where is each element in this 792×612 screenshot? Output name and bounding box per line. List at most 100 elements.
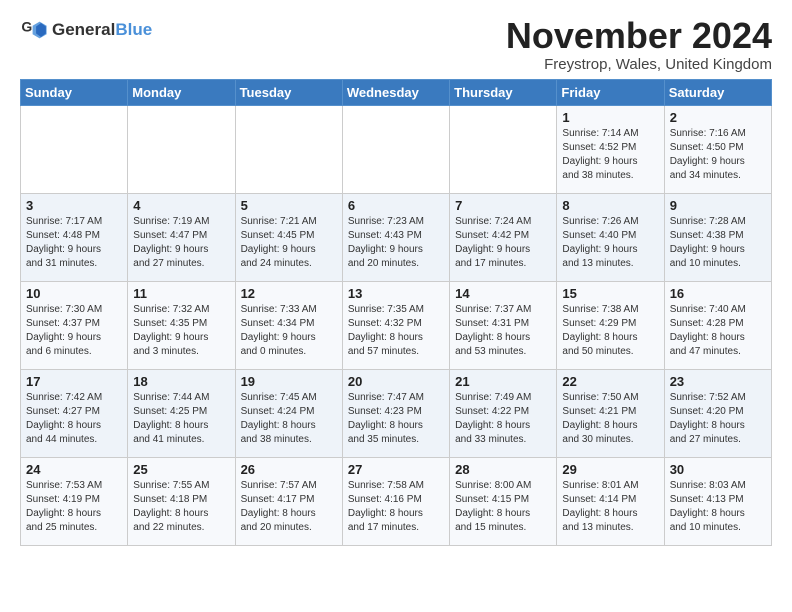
calendar-week-2: 3 Sunrise: 7:17 AM Sunset: 4:48 PM Daylig… [21,193,772,281]
day-number: 13 [348,286,444,301]
calendar-cell: 13Sunrise: 7:35 AM Sunset: 4:32 PM Dayli… [342,281,449,369]
day-info: Sunrise: 7:55 AM Sunset: 4:18 PM Dayligh… [133,479,229,535]
day-number: 7 [455,198,551,213]
calendar-cell: 26Sunrise: 7:57 AM Sunset: 4:17 PM Dayli… [235,457,342,545]
calendar-cell: 4 Sunrise: 7:19 AM Sunset: 4:47 PM Daylig… [128,193,235,281]
calendar-cell: 14 Sunrise: 7:37 AM Sunset: 4:31 PM Dayli… [450,281,557,369]
day-number: 14 [455,286,551,301]
day-number: 27 [348,462,444,477]
day-info: Sunrise: 7:49 AM Sunset: 4:22 PM Dayligh… [455,391,551,447]
day-info: Sunrise: 7:53 AM Sunset: 4:19 PM Dayligh… [26,479,122,535]
day-info: Sunrise: 7:50 AM Sunset: 4:21 PM Dayligh… [562,391,658,447]
day-info: Sunrise: 7:40 AM Sunset: 4:28 PM Dayligh… [670,303,766,359]
day-number: 20 [348,374,444,389]
calendar-cell: 12 Sunrise: 7:33 AM Sunset: 4:34 PM Dayli… [235,281,342,369]
day-info: Sunrise: 7:23 AM Sunset: 4:43 PM Dayligh… [348,215,444,271]
calendar-cell: 22 Sunrise: 7:50 AM Sunset: 4:21 PM Dayli… [557,369,664,457]
day-number: 28 [455,462,551,477]
calendar-cell [21,105,128,193]
calendar-cell: 18 Sunrise: 7:44 AM Sunset: 4:25 PM Dayli… [128,369,235,457]
calendar-cell: 2Sunrise: 7:16 AM Sunset: 4:50 PM Daylig… [664,105,771,193]
calendar-cell: 9 Sunrise: 7:28 AM Sunset: 4:38 PM Daylig… [664,193,771,281]
weekday-header-wednesday: Wednesday [342,79,449,105]
day-info: Sunrise: 7:42 AM Sunset: 4:27 PM Dayligh… [26,391,122,447]
calendar-cell [450,105,557,193]
calendar-cell [128,105,235,193]
calendar-cell: 25Sunrise: 7:55 AM Sunset: 4:18 PM Dayli… [128,457,235,545]
day-number: 16 [670,286,766,301]
day-info: Sunrise: 7:45 AM Sunset: 4:24 PM Dayligh… [241,391,337,447]
logo-line1: General [52,20,115,39]
calendar-week-1: 1Sunrise: 7:14 AM Sunset: 4:52 PM Daylig… [21,105,772,193]
weekday-header-monday: Monday [128,79,235,105]
calendar-cell: 8Sunrise: 7:26 AM Sunset: 4:40 PM Daylig… [557,193,664,281]
day-number: 22 [562,374,658,389]
weekday-row: SundayMondayTuesdayWednesdayThursdayFrid… [21,79,772,105]
logo-line2: Blue [115,20,152,39]
calendar-cell: 16 Sunrise: 7:40 AM Sunset: 4:28 PM Dayli… [664,281,771,369]
calendar-cell: 27Sunrise: 7:58 AM Sunset: 4:16 PM Dayli… [342,457,449,545]
calendar: SundayMondayTuesdayWednesdayThursdayFrid… [20,79,772,546]
day-number: 30 [670,462,766,477]
day-info: Sunrise: 7:14 AM Sunset: 4:52 PM Dayligh… [562,127,658,183]
calendar-cell: 21Sunrise: 7:49 AM Sunset: 4:22 PM Dayli… [450,369,557,457]
weekday-header-friday: Friday [557,79,664,105]
day-number: 23 [670,374,766,389]
calendar-cell: 20 Sunrise: 7:47 AM Sunset: 4:23 PM Dayli… [342,369,449,457]
calendar-cell: 6Sunrise: 7:23 AM Sunset: 4:43 PM Daylig… [342,193,449,281]
day-number: 29 [562,462,658,477]
day-number: 8 [562,198,658,213]
calendar-cell: 30 Sunrise: 8:03 AM Sunset: 4:13 PM Dayli… [664,457,771,545]
calendar-cell [235,105,342,193]
day-number: 4 [133,198,229,213]
calendar-cell: 29 Sunrise: 8:01 AM Sunset: 4:14 PM Dayli… [557,457,664,545]
calendar-cell: 15 Sunrise: 7:38 AM Sunset: 4:29 PM Dayli… [557,281,664,369]
calendar-week-3: 10Sunrise: 7:30 AM Sunset: 4:37 PM Dayli… [21,281,772,369]
day-info: Sunrise: 7:17 AM Sunset: 4:48 PM Dayligh… [26,215,122,271]
weekday-header-thursday: Thursday [450,79,557,105]
month-title: November 2024 [506,16,772,56]
day-number: 11 [133,286,229,301]
header: G GeneralBlue November 2024 Freystrop, W… [20,16,772,73]
day-info: Sunrise: 8:00 AM Sunset: 4:15 PM Dayligh… [455,479,551,535]
day-number: 15 [562,286,658,301]
day-number: 3 [26,198,122,213]
day-info: Sunrise: 7:44 AM Sunset: 4:25 PM Dayligh… [133,391,229,447]
day-info: Sunrise: 7:37 AM Sunset: 4:31 PM Dayligh… [455,303,551,359]
day-info: Sunrise: 7:57 AM Sunset: 4:17 PM Dayligh… [241,479,337,535]
svg-text:G: G [21,18,32,34]
calendar-cell: 5 Sunrise: 7:21 AM Sunset: 4:45 PM Daylig… [235,193,342,281]
logo-icon: G [20,16,48,44]
calendar-header: SundayMondayTuesdayWednesdayThursdayFrid… [21,79,772,105]
day-number: 5 [241,198,337,213]
day-info: Sunrise: 7:33 AM Sunset: 4:34 PM Dayligh… [241,303,337,359]
day-number: 12 [241,286,337,301]
calendar-cell: 7 Sunrise: 7:24 AM Sunset: 4:42 PM Daylig… [450,193,557,281]
day-number: 18 [133,374,229,389]
day-info: Sunrise: 7:52 AM Sunset: 4:20 PM Dayligh… [670,391,766,447]
day-info: Sunrise: 7:28 AM Sunset: 4:38 PM Dayligh… [670,215,766,271]
calendar-week-4: 17Sunrise: 7:42 AM Sunset: 4:27 PM Dayli… [21,369,772,457]
day-info: Sunrise: 7:38 AM Sunset: 4:29 PM Dayligh… [562,303,658,359]
day-info: Sunrise: 7:19 AM Sunset: 4:47 PM Dayligh… [133,215,229,271]
weekday-header-sunday: Sunday [21,79,128,105]
day-info: Sunrise: 7:21 AM Sunset: 4:45 PM Dayligh… [241,215,337,271]
calendar-cell: 3 Sunrise: 7:17 AM Sunset: 4:48 PM Daylig… [21,193,128,281]
calendar-cell: 1Sunrise: 7:14 AM Sunset: 4:52 PM Daylig… [557,105,664,193]
weekday-header-tuesday: Tuesday [235,79,342,105]
day-info: Sunrise: 8:03 AM Sunset: 4:13 PM Dayligh… [670,479,766,535]
calendar-cell: 19 Sunrise: 7:45 AM Sunset: 4:24 PM Dayli… [235,369,342,457]
weekday-header-saturday: Saturday [664,79,771,105]
day-number: 9 [670,198,766,213]
day-number: 2 [670,110,766,125]
calendar-cell: 11 Sunrise: 7:32 AM Sunset: 4:35 PM Dayli… [128,281,235,369]
day-info: Sunrise: 7:24 AM Sunset: 4:42 PM Dayligh… [455,215,551,271]
logo-text-block: GeneralBlue [52,20,152,40]
title-area: November 2024 Freystrop, Wales, United K… [506,16,772,73]
location: Freystrop, Wales, United Kingdom [506,56,772,73]
day-info: Sunrise: 8:01 AM Sunset: 4:14 PM Dayligh… [562,479,658,535]
day-info: Sunrise: 7:32 AM Sunset: 4:35 PM Dayligh… [133,303,229,359]
day-number: 19 [241,374,337,389]
day-info: Sunrise: 7:47 AM Sunset: 4:23 PM Dayligh… [348,391,444,447]
calendar-cell: 17Sunrise: 7:42 AM Sunset: 4:27 PM Dayli… [21,369,128,457]
